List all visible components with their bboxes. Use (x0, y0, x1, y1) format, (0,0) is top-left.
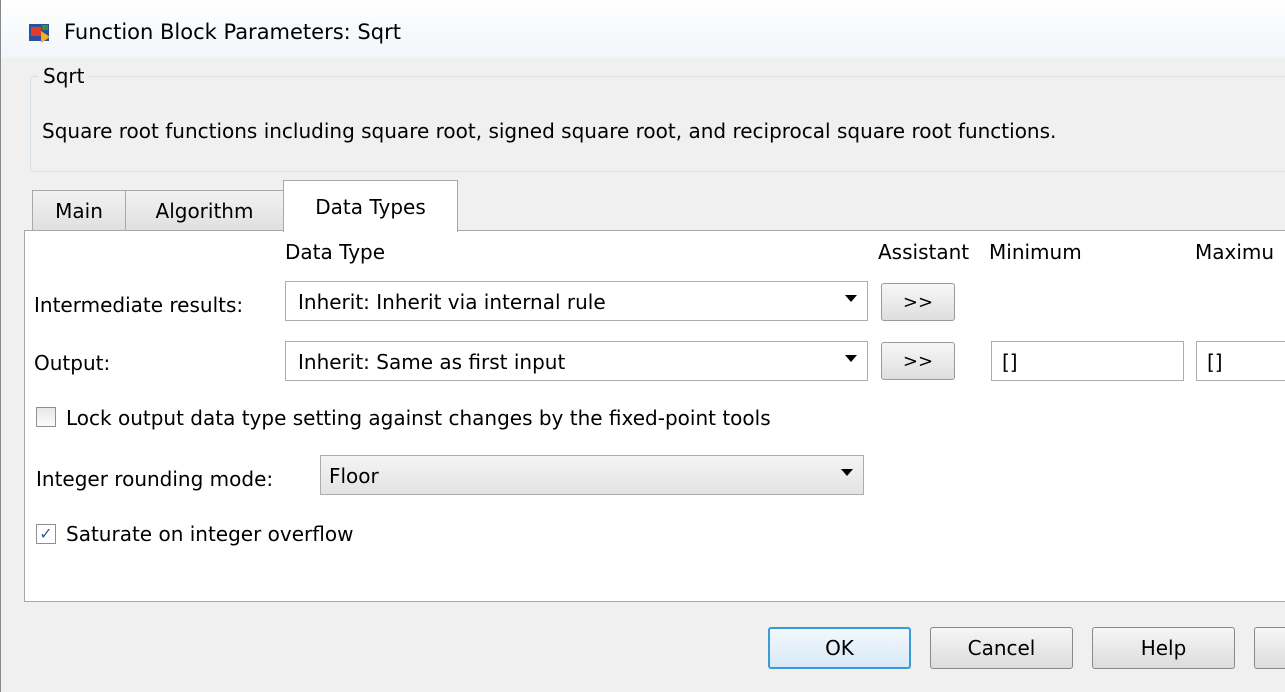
help-button[interactable]: Help (1092, 627, 1235, 669)
groupbox-label: Sqrt (38, 64, 90, 88)
column-header-minimum: Minimum (989, 240, 1082, 264)
ok-button[interactable]: OK (768, 627, 911, 669)
intermediate-results-label: Intermediate results: (34, 293, 244, 317)
chevron-down-icon (845, 355, 857, 362)
simulink-app-icon (29, 24, 50, 43)
chevron-down-icon (845, 295, 857, 302)
intermediate-results-data-type-dropdown[interactable]: Inherit: Inherit via internal rule (285, 281, 868, 321)
window-title: Function Block Parameters: Sqrt (64, 20, 401, 44)
intermediate-results-assistant-button[interactable]: >> (881, 283, 955, 321)
integer-rounding-mode-dropdown[interactable]: Floor (320, 455, 864, 495)
window-frame-left (0, 58, 19, 692)
tab-main[interactable]: Main (32, 190, 126, 230)
lock-output-data-type-label: Lock output data type setting against ch… (66, 406, 771, 430)
output-label: Output: (34, 351, 111, 375)
chevron-down-icon (841, 469, 853, 476)
checkmark-icon: ✓ (39, 524, 53, 543)
integer-rounding-mode-value: Floor (329, 464, 379, 488)
saturate-on-overflow-checkbox[interactable]: ✓ (36, 524, 56, 544)
output-maximum-field[interactable]: [] (1196, 341, 1285, 381)
output-data-type-dropdown[interactable]: Inherit: Same as first input (285, 341, 868, 381)
apply-button[interactable] (1254, 627, 1285, 669)
tab-algorithm[interactable]: Algorithm (125, 190, 284, 230)
column-header-data-type: Data Type (285, 240, 386, 264)
saturate-on-overflow-label: Saturate on integer overflow (66, 522, 354, 546)
column-header-maximum: Maximu (1195, 240, 1275, 264)
lock-output-data-type-checkbox[interactable] (36, 407, 56, 427)
cancel-button[interactable]: Cancel (930, 627, 1073, 669)
output-data-type-value: Inherit: Same as first input (298, 350, 566, 374)
tab-data-types[interactable]: Data Types (283, 180, 458, 232)
block-description: Square root functions including square r… (42, 119, 1057, 143)
output-assistant-button[interactable]: >> (881, 342, 955, 380)
integer-rounding-mode-label: Integer rounding mode: (36, 467, 274, 491)
output-minimum-field[interactable]: [] (991, 341, 1184, 381)
column-header-assistant: Assistant (878, 240, 970, 264)
intermediate-results-data-type-value: Inherit: Inherit via internal rule (298, 290, 606, 314)
